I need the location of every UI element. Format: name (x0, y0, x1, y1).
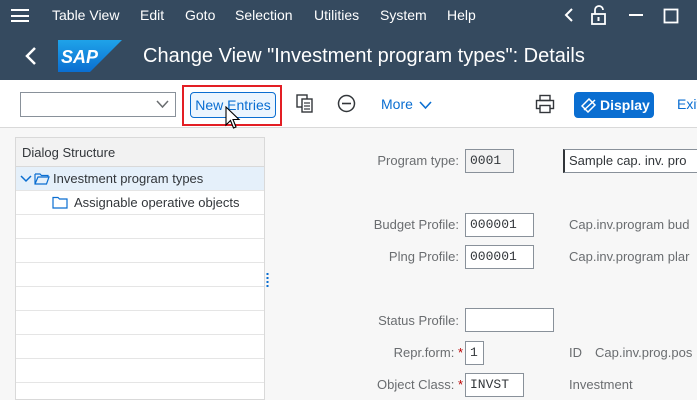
exit-button[interactable]: Exit (677, 96, 697, 112)
open-folder-icon (34, 173, 50, 185)
menu-system[interactable]: System (380, 7, 427, 23)
more-button[interactable]: More (381, 96, 432, 112)
menu-table-view[interactable]: Table View (52, 7, 119, 23)
repr-form-field[interactable]: 1 (465, 341, 484, 365)
minimize-icon[interactable] (628, 13, 644, 17)
svg-text:SAP: SAP (61, 47, 99, 67)
required-marker: * (457, 377, 463, 392)
program-type-description-field[interactable]: Sample cap. inv. pro (563, 149, 697, 173)
plng-profile-field[interactable]: 000001 (465, 245, 534, 269)
maximize-icon[interactable] (663, 8, 679, 24)
tree-empty-row (16, 263, 264, 287)
repr-form-label-text: Repr.form: (393, 345, 455, 360)
page-title: Change View "Investment program types": … (143, 45, 585, 67)
collapse-left-icon[interactable] (563, 6, 575, 24)
repr-form-label: Repr.form: * (340, 345, 463, 360)
back-arrow-icon[interactable] (24, 45, 38, 67)
command-field[interactable] (20, 92, 176, 117)
tree-item-label: Investment program types (53, 171, 204, 186)
display-label: Display (600, 97, 650, 113)
copy-icon[interactable] (296, 94, 314, 114)
budget-profile-field[interactable]: 000001 (465, 213, 534, 237)
menu-help[interactable]: Help (447, 7, 476, 23)
hamburger-menu-icon[interactable] (11, 9, 29, 22)
delete-icon[interactable] (337, 94, 356, 113)
plng-profile-label: Plng Profile: (388, 249, 459, 264)
application-toolbar: New Entries More Display Exit (0, 80, 697, 128)
status-profile-field[interactable] (465, 308, 554, 332)
title-bar: SAP Change View "Investment program type… (0, 31, 697, 80)
unlock-icon[interactable] (590, 5, 608, 25)
object-class-description: Investment (569, 377, 633, 392)
status-profile-label: Status Profile: (378, 313, 459, 328)
program-type-field: 0001 (465, 149, 514, 173)
object-class-label-text: Object Class: (377, 377, 455, 392)
tree-empty-row (16, 239, 264, 263)
more-label: More (381, 96, 413, 112)
menu-edit[interactable]: Edit (140, 7, 164, 23)
tree-empty-row (16, 215, 264, 239)
chevron-down-icon (419, 101, 432, 110)
repr-form-id-label: ID (569, 345, 582, 360)
sap-logo: SAP (58, 40, 122, 72)
display-change-icon (581, 98, 597, 113)
menu-bar: Table View Edit Goto Selection Utilities… (0, 0, 697, 31)
dialog-structure-header: Dialog Structure (16, 138, 264, 167)
splitter-handle-icon[interactable] (266, 273, 269, 288)
tree-item-assignable-operative-objects[interactable]: Assignable operative objects (16, 191, 264, 215)
repr-form-description: Cap.inv.prog.pos (595, 345, 693, 360)
tree-empty-row (16, 383, 264, 400)
plng-profile-description: Cap.inv.program plar (569, 249, 690, 264)
tree-item-investment-program-types[interactable]: Investment program types (16, 167, 264, 191)
mouse-cursor-icon (225, 106, 241, 129)
required-marker: * (457, 345, 463, 360)
chevron-down-icon[interactable] (156, 99, 169, 109)
budget-profile-description: Cap.inv.program bud (569, 217, 690, 232)
program-type-label: Program type: (377, 153, 459, 168)
tree-item-label: Assignable operative objects (74, 195, 240, 210)
display-button[interactable]: Display (574, 92, 654, 118)
object-class-label: Object Class: * (340, 377, 463, 392)
menu-utilities[interactable]: Utilities (314, 7, 359, 23)
tree-empty-row (16, 335, 264, 359)
print-icon[interactable] (535, 94, 555, 114)
folder-icon (52, 196, 68, 209)
budget-profile-label: Budget Profile: (373, 217, 459, 232)
tree-empty-row (16, 311, 264, 335)
menu-selection[interactable]: Selection (235, 7, 293, 23)
tree-empty-row (16, 287, 264, 311)
expand-chevron-icon[interactable] (20, 174, 32, 184)
dialog-structure-panel: Dialog Structure Investment program type… (15, 137, 265, 400)
object-class-field[interactable]: INVST (465, 373, 524, 397)
tree-empty-row (16, 359, 264, 383)
content-area: Dialog Structure Investment program type… (0, 129, 697, 400)
menu-goto[interactable]: Goto (185, 7, 215, 23)
